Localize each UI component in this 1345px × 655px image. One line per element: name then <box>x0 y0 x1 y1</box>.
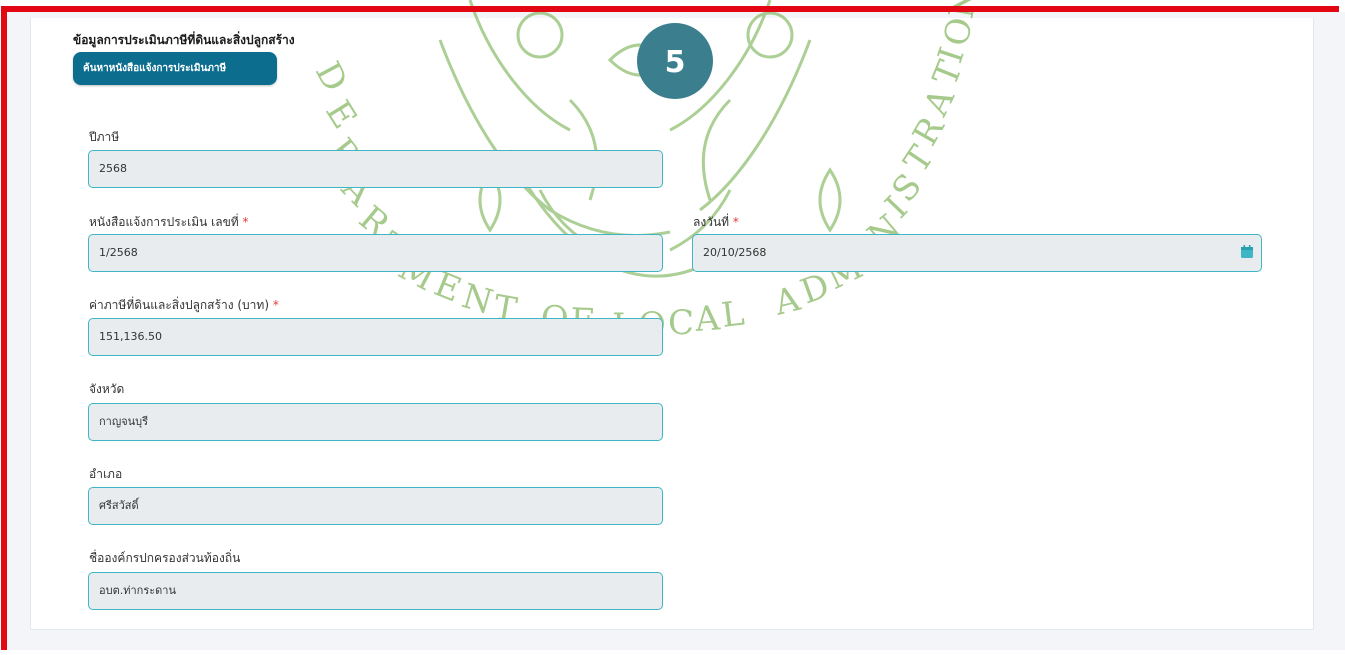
tax-year-field[interactable]: 2568 <box>88 150 663 188</box>
tax-amount-label: ค่าภาษีที่ดินและสิ่งปลูกสร้าง (บาท) * <box>89 296 279 315</box>
province-field[interactable]: กาญจนบุรี <box>88 403 663 441</box>
notice-number-label: หนังสือแจ้งการประเมิน เลขที่ * <box>89 213 249 232</box>
notice-number-field[interactable]: 1/2568 <box>88 234 663 272</box>
province-label: จังหวัด <box>89 380 124 399</box>
local-org-field[interactable]: อบต.ท่ากระดาน <box>88 572 663 610</box>
notice-date-label: ลงวันที่ * <box>693 213 739 232</box>
tax-amount-label-text: ค่าภาษีที่ดินและสิ่งปลูกสร้าง (บาท) <box>89 298 269 312</box>
notice-number-label-text: หนังสือแจ้งการประเมิน เลขที่ <box>89 215 239 229</box>
province-label-text: จังหวัด <box>89 382 125 396</box>
district-label: อำเภอ <box>89 465 122 484</box>
calendar-icon[interactable] <box>1241 245 1253 258</box>
required-marker: * <box>272 298 279 312</box>
notice-date-value: 20/10/2568 <box>703 246 767 259</box>
notice-date-label-text: ลงวันที่ <box>693 215 730 229</box>
district-field[interactable]: ศรีสวัสดิ์ <box>88 487 663 525</box>
local-org-label: ชื่อองค์กรปกครองส่วนท้องถิ่น <box>89 549 240 568</box>
required-marker: * <box>732 215 739 229</box>
tax-amount-field[interactable]: 151,136.50 <box>88 318 663 356</box>
local-org-label-text: ชื่อองค์กรปกครองส่วนท้องถิ่น <box>89 551 241 565</box>
search-assessment-notice-button[interactable]: ค้นหาหนังสือแจ้งการประเมินภาษี <box>73 52 277 85</box>
notice-date-field[interactable]: 20/10/2568 <box>692 234 1262 272</box>
step-number-badge: 5 <box>637 23 713 99</box>
tax-year-label-text: ปีภาษี <box>89 130 120 144</box>
required-marker: * <box>242 215 249 229</box>
district-label-text: อำเภอ <box>89 467 123 481</box>
section-title: ข้อมูลการประเมินภาษีที่ดินและสิ่งปลูกสร้… <box>73 33 295 47</box>
tax-year-label: ปีภาษี <box>89 128 119 147</box>
